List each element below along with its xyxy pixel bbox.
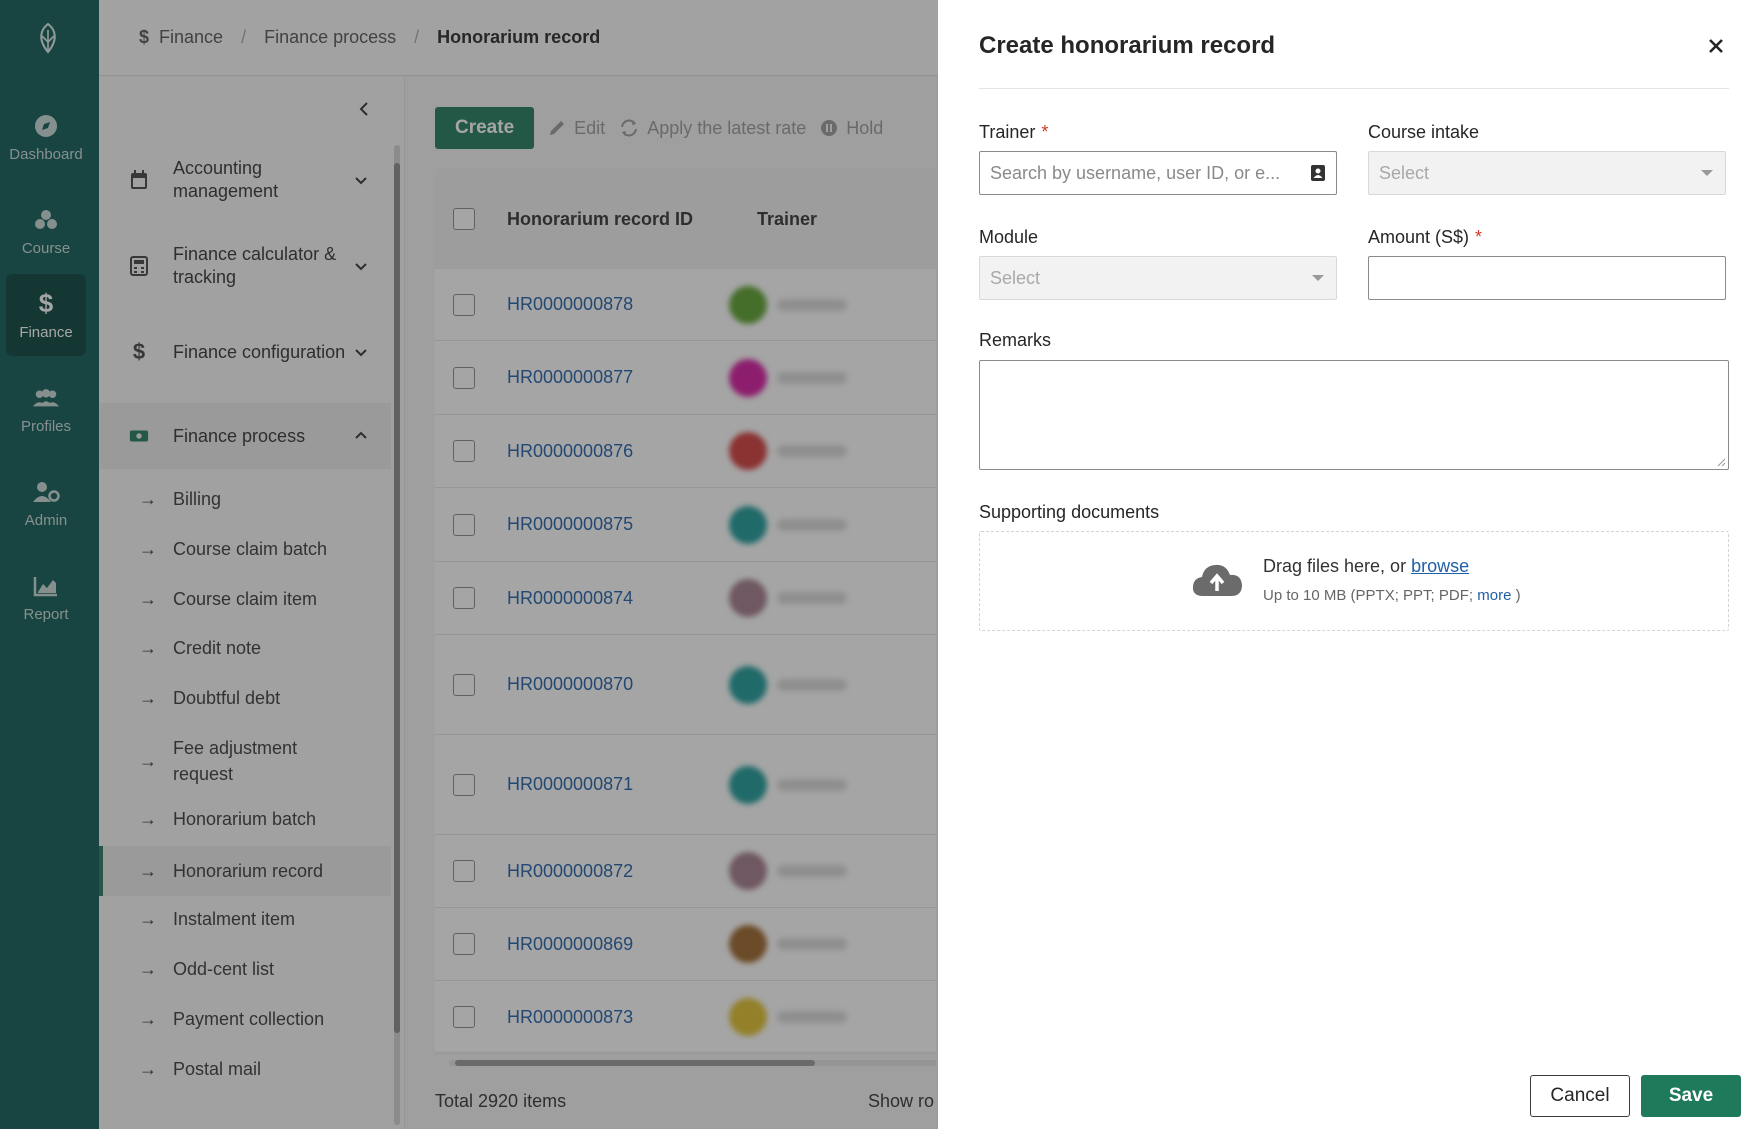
file-limits: Up to 10 MB (PPTX; PPT; PDF; [1263,587,1478,604]
cloud-upload-icon [1192,564,1242,596]
dropzone-prompt: Drag files here, or [1263,556,1412,576]
trainer-placeholder: Search by username, user ID, or e... [990,162,1281,183]
trainer-label: Trainer * [979,122,1048,143]
more-formats-link[interactable]: more [1477,587,1511,604]
caret-down-icon [1701,170,1713,176]
drawer-title: Create honorarium record [979,32,1276,59]
amount-label: Amount (S$) * [1368,227,1482,248]
amount-input[interactable] [1368,256,1726,300]
resize-handle-icon[interactable] [1716,457,1726,467]
file-dropzone[interactable]: Drag files here, or browse Up to 10 MB (… [979,531,1729,631]
module-label: Module [979,227,1039,247]
remarks-label: Remarks [979,330,1052,350]
close-paren: ) [1511,587,1521,604]
required-mark: * [1475,227,1483,247]
divider [979,88,1729,89]
module-value: Select [990,267,1041,288]
dropzone-hint: Up to 10 MB (PPTX; PPT; PDF; more ) [1263,587,1521,604]
browse-link[interactable]: browse [1411,556,1469,576]
module-select[interactable]: Select [979,256,1337,300]
amount-label-text: Amount (S$) [1368,227,1470,247]
contact-card-icon[interactable] [1310,164,1326,182]
dropzone-text: Drag files here, or browse [1263,556,1469,577]
supporting-documents-label: Supporting documents [979,502,1160,522]
trainer-search-input[interactable]: Search by username, user ID, or e... [979,151,1337,195]
close-icon[interactable] [1706,36,1726,56]
course-intake-label: Course intake [1368,122,1480,142]
save-button[interactable]: Save [1641,1075,1741,1117]
course-intake-value: Select [1379,162,1430,183]
required-mark: * [1041,122,1049,142]
cancel-button[interactable]: Cancel [1530,1075,1630,1117]
caret-down-icon [1312,275,1324,281]
create-drawer: Create honorarium record Trainer * Search… [938,0,1752,1129]
course-intake-select[interactable]: Select [1368,151,1726,195]
trainer-label-text: Trainer [979,122,1036,142]
remarks-textarea[interactable] [979,360,1729,470]
modal-overlay[interactable] [0,0,938,1129]
